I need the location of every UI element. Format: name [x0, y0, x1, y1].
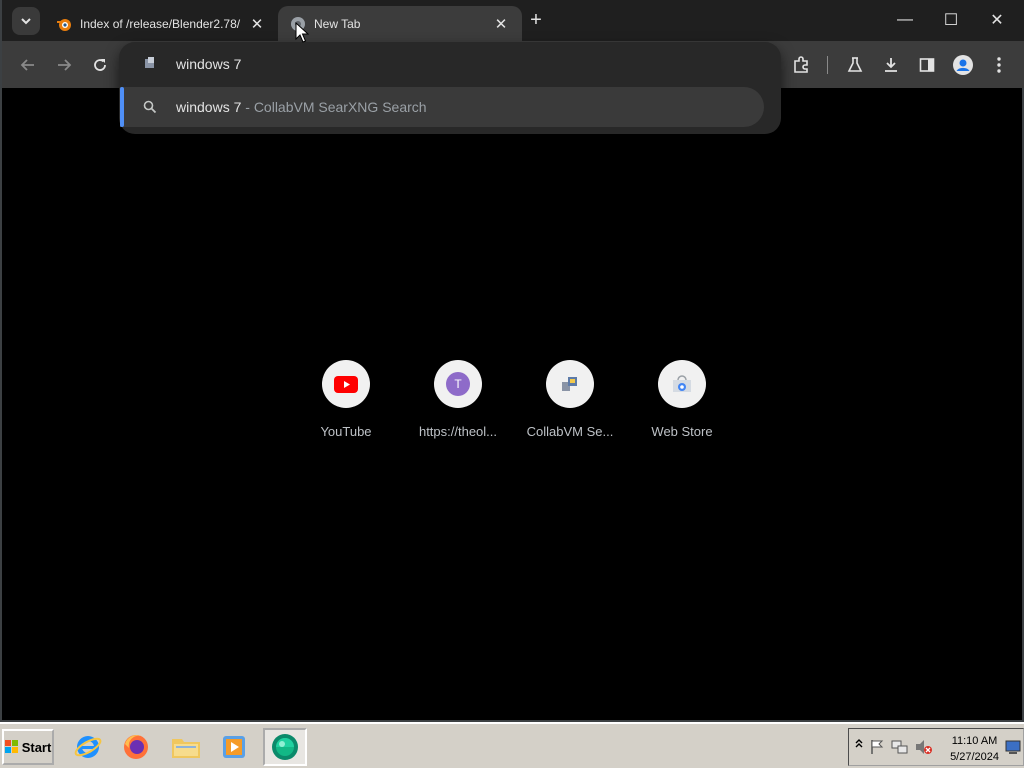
- suggestion-provider: - CollabVM SearXNG Search: [241, 99, 427, 115]
- taskbar-chrome[interactable]: [263, 728, 307, 766]
- toolbar-divider: [827, 56, 828, 74]
- shortcut-collabvm[interactable]: CollabVM Se...: [514, 360, 626, 439]
- download-icon: [885, 58, 897, 72]
- menu-button[interactable]: [984, 50, 1014, 80]
- clock[interactable]: 11:10 AM 5/27/2024: [950, 733, 999, 765]
- extensions-button[interactable]: [786, 50, 816, 80]
- search-icon: [143, 100, 157, 114]
- shortcut-youtube[interactable]: YouTube: [290, 360, 402, 439]
- network-icon[interactable]: [891, 739, 909, 755]
- shortcut-tile: [658, 360, 706, 408]
- close-tab-icon[interactable]: ✕: [248, 15, 266, 33]
- youtube-icon: [334, 375, 358, 393]
- suggestion-query: windows 7: [176, 99, 242, 115]
- volume-muted-icon[interactable]: [915, 739, 933, 755]
- selection-indicator: [120, 87, 124, 127]
- mouse-cursor-icon: [295, 22, 309, 43]
- reload-icon: [94, 59, 106, 71]
- system-tray: 11:10 AM 5/27/2024: [848, 728, 1024, 766]
- shortcut-label: Web Store: [651, 424, 713, 439]
- blender-icon: [57, 18, 71, 31]
- close-window-button[interactable]: ✕: [974, 6, 1020, 34]
- flask-icon: [847, 57, 863, 72]
- side-panel-button[interactable]: [912, 50, 942, 80]
- taskbar-file-explorer[interactable]: [164, 728, 208, 766]
- tab-blender[interactable]: Index of /release/Blender2.78/ ✕: [44, 6, 278, 41]
- clock-date: 5/27/2024: [950, 751, 999, 763]
- tab-new-tab[interactable]: New Tab ✕: [278, 6, 522, 41]
- shortcut-tile: [546, 360, 594, 408]
- shortcut-webstore[interactable]: Web Store: [626, 360, 738, 439]
- back-button[interactable]: [13, 50, 43, 80]
- arrow-right-icon: [58, 59, 72, 71]
- chevron-up-icon: [855, 739, 863, 748]
- reload-button[interactable]: [85, 50, 115, 80]
- tab-search-button[interactable]: [12, 7, 40, 35]
- browser-window: Index of /release/Blender2.78/ ✕ New Tab…: [0, 0, 1024, 722]
- puzzle-icon: [794, 56, 808, 73]
- taskbar: Start 11:10 AM 5/27/2024: [0, 722, 1024, 768]
- taskbar-firefox[interactable]: [114, 728, 158, 766]
- search-engine-icon: [145, 57, 154, 68]
- show-desktop-icon[interactable]: [1005, 739, 1021, 755]
- folder-icon: [172, 739, 200, 758]
- show-hidden-icons-button[interactable]: [855, 737, 863, 752]
- webstore-icon: [673, 375, 691, 392]
- collabvm-icon: [562, 377, 577, 391]
- downloads-button[interactable]: [876, 50, 906, 80]
- tab-title: Index of /release/Blender2.78/: [80, 16, 241, 31]
- shortcut-label: CollabVM Se...: [526, 424, 614, 439]
- avatar-letter: T: [454, 377, 462, 391]
- taskbar-internet-explorer[interactable]: [66, 728, 110, 766]
- firefox-icon: [124, 735, 148, 759]
- arrow-left-icon: [20, 59, 34, 71]
- chevron-down-icon: [21, 18, 31, 25]
- taskbar-media-player[interactable]: [212, 728, 256, 766]
- shortcut-theol[interactable]: T https://theol...: [402, 360, 514, 439]
- start-button[interactable]: Start: [2, 729, 54, 765]
- tab-title: New Tab: [314, 16, 361, 31]
- forward-button[interactable]: [49, 50, 79, 80]
- maximize-button[interactable]: ☐: [928, 6, 974, 34]
- windows-logo-icon: [4, 740, 18, 753]
- profile-avatar-icon: [953, 55, 973, 75]
- close-tab-icon[interactable]: ✕: [492, 15, 510, 33]
- new-tab-button[interactable]: +: [524, 10, 548, 32]
- profile-button[interactable]: [948, 50, 978, 80]
- media-player-icon: [223, 736, 245, 758]
- address-bar[interactable]: windows 7: [119, 42, 781, 86]
- shortcut-label: YouTube: [320, 424, 372, 439]
- browser-app-icon: [272, 734, 298, 760]
- omnibox-dropdown: windows 7 windows 7 - CollabVM SearXNG S…: [119, 42, 781, 134]
- shortcut-label: https://theol...: [418, 424, 498, 439]
- omnibox-suggestion[interactable]: windows 7 - CollabVM SearXNG Search: [120, 87, 764, 127]
- labs-button[interactable]: [840, 50, 870, 80]
- clock-time: 11:10 AM: [951, 735, 998, 747]
- start-label: Start: [21, 739, 52, 755]
- minimize-button[interactable]: —: [882, 6, 928, 34]
- tab-strip: Index of /release/Blender2.78/ ✕ New Tab…: [2, 0, 1024, 41]
- letter-t-icon: T: [446, 372, 470, 396]
- action-center-flag-icon[interactable]: [869, 739, 885, 755]
- suggestion-text: windows 7 - CollabVM SearXNG Search: [176, 99, 427, 115]
- address-bar-text[interactable]: windows 7: [176, 56, 241, 72]
- internet-explorer-icon: [74, 736, 102, 758]
- shortcut-tile: [322, 360, 370, 408]
- shortcut-tile: T: [434, 360, 482, 408]
- side-panel-icon: [919, 58, 935, 72]
- kebab-menu-icon: [997, 57, 1001, 73]
